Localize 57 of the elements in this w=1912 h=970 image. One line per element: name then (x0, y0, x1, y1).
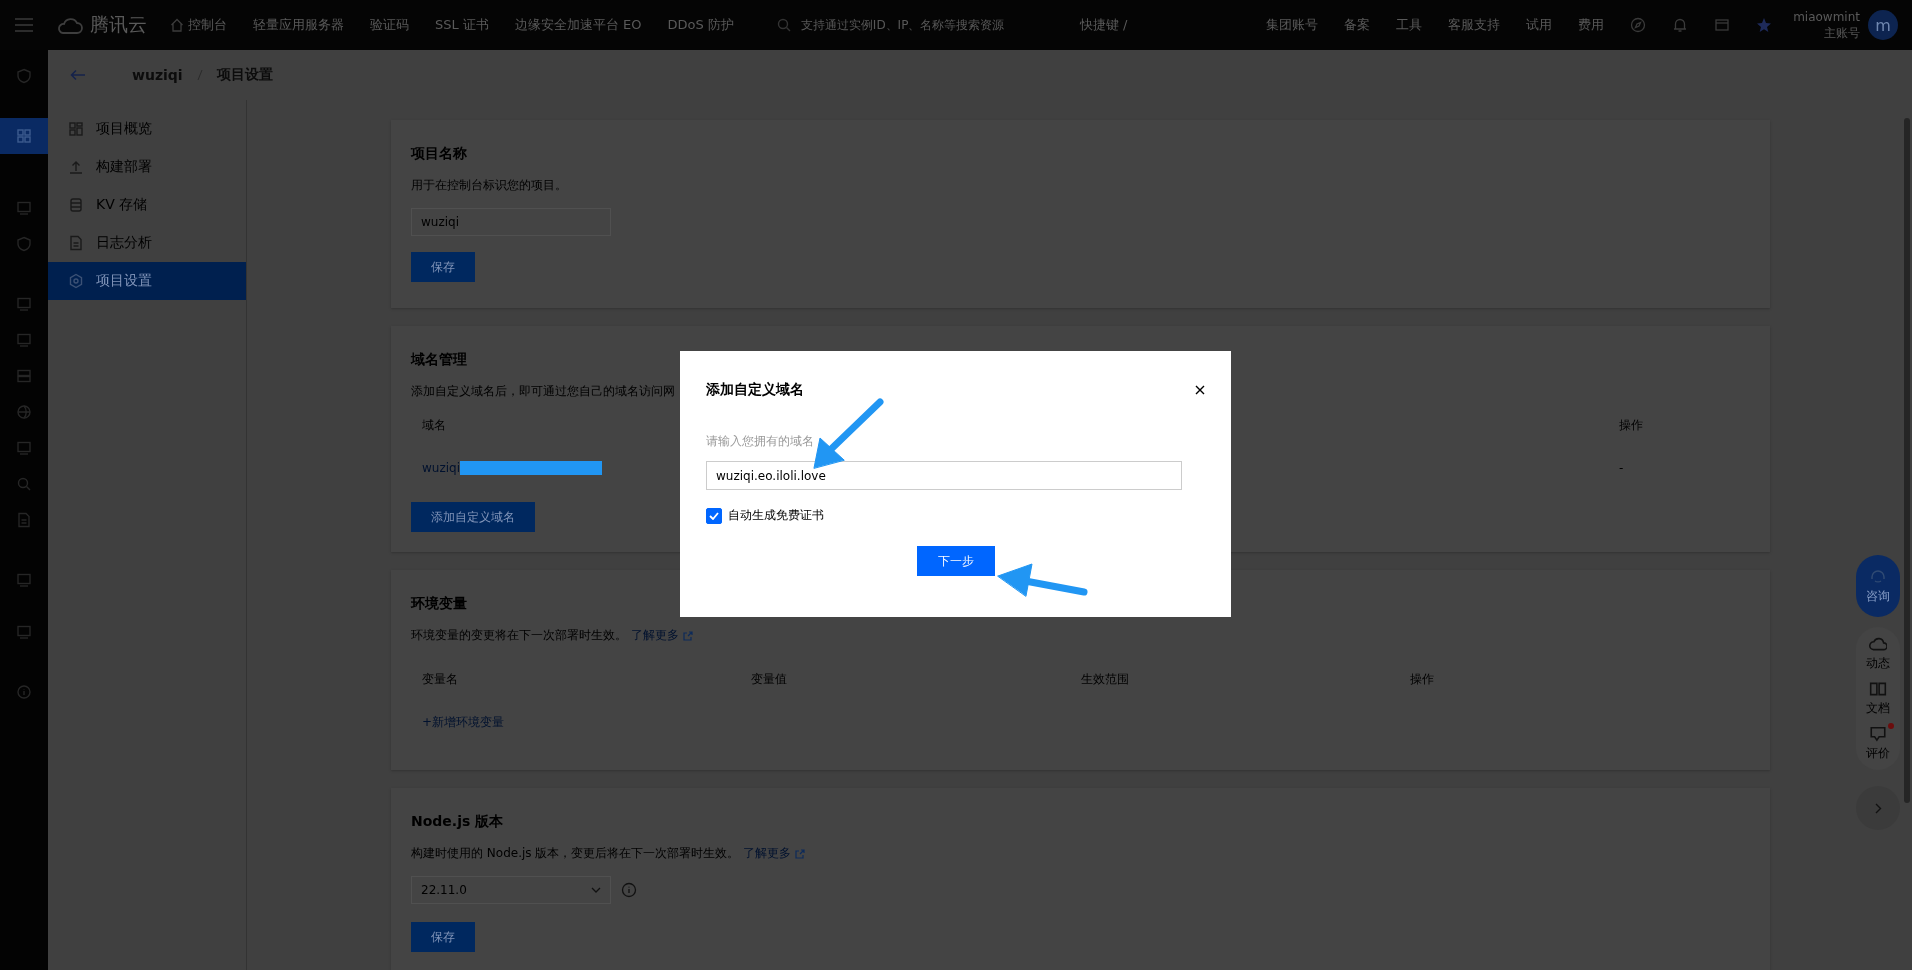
help-link[interactable]: 评价 (1866, 745, 1890, 762)
column-header: 操作 (1619, 417, 1644, 434)
user-name[interactable]: miaowmint (1793, 9, 1860, 25)
top-link[interactable]: 集团账号 (1253, 16, 1332, 34)
top-nav-link[interactable]: 验证码 (357, 16, 422, 34)
next-button[interactable]: 下一步 (916, 546, 995, 576)
section-title: Node.js 版本 (411, 813, 504, 831)
top-link[interactable]: 试用 (1513, 16, 1566, 34)
nav-item[interactable]: 日志分析 (48, 224, 246, 262)
section-title: 项目名称 (411, 145, 467, 163)
column-header: 域名 (422, 417, 447, 434)
save-button[interactable]: 保存 (411, 252, 475, 282)
nav-label: 项目设置 (96, 272, 152, 290)
nav-label: 项目概览 (96, 120, 152, 138)
section-title: 域名管理 (411, 351, 467, 369)
top-nav-link[interactable]: DDoS 防护 (654, 16, 747, 34)
section-title: 环境变量 (411, 595, 467, 613)
column-header: 变量名 (422, 671, 459, 688)
nav-item[interactable]: KV 存储 (48, 186, 246, 224)
top-nav-link[interactable]: 边缘安全加速平台 EO (501, 16, 655, 34)
avatar[interactable]: m (1868, 10, 1898, 40)
top-link[interactable]: 客服支持 (1435, 16, 1514, 34)
help-link[interactable]: 文档 (1866, 700, 1890, 717)
shortcut-hint: 快捷键 / (1078, 16, 1129, 34)
top-nav-link[interactable]: 轻量应用服务器 (240, 16, 357, 34)
column-header: 操作 (1409, 671, 1435, 688)
save-button[interactable]: 保存 (411, 922, 475, 952)
column-header: 生效范围 (1080, 671, 1130, 688)
nav-item[interactable]: 项目设置 (48, 262, 246, 300)
domain-input[interactable]: wuziqi.eo.iloli.love (706, 461, 1182, 490)
table-cell-text: - (1619, 460, 1625, 475)
nav-item[interactable]: 项目概览 (48, 110, 246, 148)
top-link[interactable]: 工具 (1383, 16, 1436, 34)
version-select[interactable]: 22.11.0 (411, 876, 611, 904)
top-nav-link[interactable]: SSL 证书 (422, 16, 502, 34)
checkbox-label: 自动生成免费证书 (728, 507, 824, 524)
logo-text[interactable]: 腾讯云 (90, 12, 147, 38)
nav-label: 构建部署 (96, 158, 152, 176)
column-header: 变量值 (751, 671, 789, 688)
help-link[interactable]: 动态 (1866, 655, 1890, 672)
dialog-title: 添加自定义域名 (706, 381, 804, 399)
field-label: 请输入您拥有的域名 (706, 433, 815, 450)
learn-more-link[interactable]: 了解更多 (743, 845, 792, 862)
add-variable-link[interactable]: +新增环境变量 (422, 713, 505, 731)
nav-label: 日志分析 (96, 234, 152, 252)
top-link[interactable]: 备案 (1331, 16, 1384, 34)
add-domain-button[interactable]: 添加自定义域名 (411, 502, 535, 532)
nav-item[interactable]: 构建部署 (48, 148, 246, 186)
learn-more-link[interactable]: 了解更多 (631, 627, 679, 644)
search-field[interactable]: 支持通过实例ID、IP、名称等搜索资源 (798, 17, 1064, 33)
account-type: 主账号 (1824, 25, 1860, 41)
section-description: 添加自定义域名后，即可通过您自己的域名访问网 (411, 383, 675, 400)
nav-label: KV 存储 (96, 196, 148, 214)
project-name-field[interactable]: wuziqi (411, 208, 611, 236)
domain-link[interactable]: wuziqi (422, 460, 460, 475)
top-link[interactable]: 费用 (1565, 16, 1618, 34)
top-nav-link[interactable]: 控制台 (157, 16, 240, 34)
